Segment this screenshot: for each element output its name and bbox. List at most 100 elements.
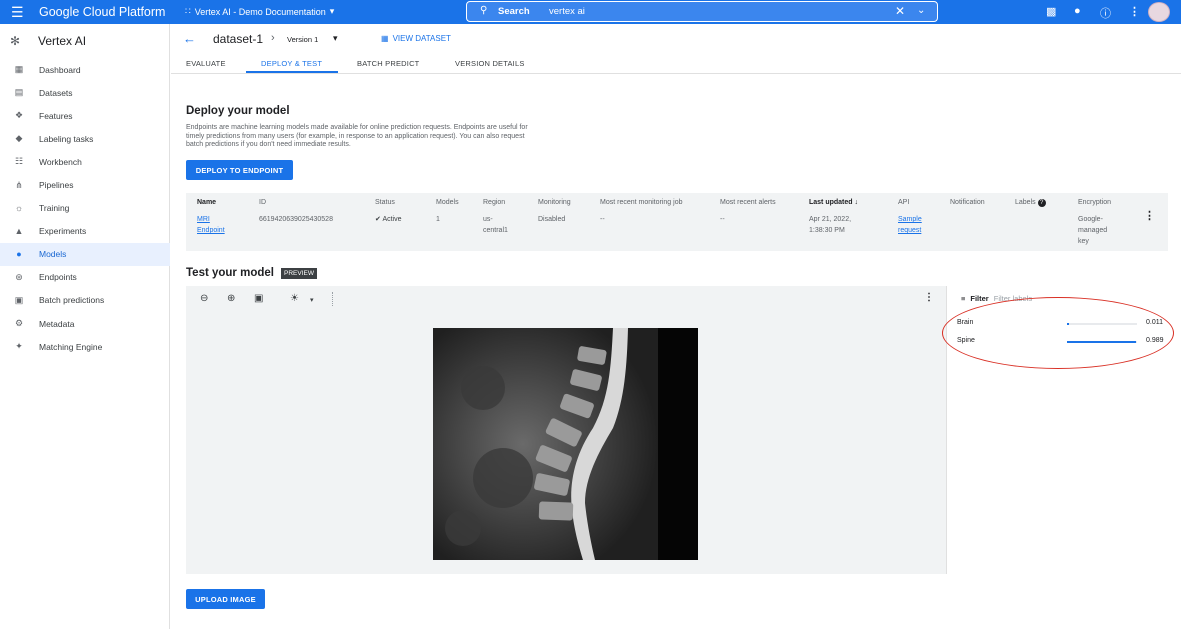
sample-request-link[interactable]: Sample request	[898, 214, 922, 236]
experiments-icon: ▲	[14, 226, 24, 237]
product-title: ✻ Vertex AI	[10, 34, 87, 48]
more-vert-icon[interactable]: ⋮	[1129, 5, 1140, 18]
sidebar-item-models[interactable]: ● Models	[0, 242, 170, 266]
deploy-to-endpoint-button[interactable]: DEPLOY TO ENDPOINT	[186, 160, 293, 180]
view-dataset-button[interactable]: ▦ VIEW DATASET	[381, 34, 451, 43]
mri-image	[433, 328, 698, 560]
models-icon: ●	[16, 249, 22, 260]
brand-name[interactable]: Google Cloud Platform	[39, 5, 165, 19]
column-header[interactable]: Name	[197, 199, 216, 206]
column-header[interactable]: Most recent monitoring job	[600, 199, 682, 206]
filter-icon: ≡	[961, 294, 966, 303]
datasets-icon: ▤	[14, 87, 24, 98]
toolbar-divider	[332, 292, 333, 306]
last-updated: Apr 21, 2022, 1:38:30 PM	[809, 216, 852, 234]
batch-icon: ▣	[14, 294, 24, 305]
sidebar-item-training[interactable]: ☼ Training	[0, 197, 170, 220]
table-icon: ▦	[381, 34, 389, 43]
sidebar-item-batch-predictions[interactable]: ▣ Batch predictions	[0, 289, 170, 312]
tab-batch-predict[interactable]: BATCH PREDICT	[357, 59, 419, 68]
search-icon: ⚲	[480, 5, 488, 16]
metadata-icon: ⚙	[14, 318, 24, 329]
fit-screen-icon[interactable]: ▣	[254, 293, 263, 304]
features-icon: ❖	[14, 110, 24, 121]
column-header[interactable]: Models	[436, 199, 459, 206]
deploy-description: Endpoints are machine learning models ma…	[186, 124, 528, 149]
recent-alerts: --	[720, 216, 725, 223]
endpoint-id: 6619420639025430528	[259, 216, 333, 223]
cloud-shell-icon[interactable]: ▩	[1046, 5, 1056, 18]
brightness-icon[interactable]: ☀	[290, 293, 299, 304]
column-header[interactable]: Status	[375, 199, 395, 206]
column-header[interactable]: Labels?	[1015, 199, 1046, 207]
test-heading: Test your model	[186, 267, 274, 279]
chevron-right-icon: ›	[271, 32, 275, 44]
sidebar-nav: ▦ Dashboard ▤ Datasets ❖ Features ◆ Labeling…	[0, 58, 170, 358]
avatar[interactable]	[1148, 2, 1170, 22]
sidebar-item-dashboard[interactable]: ▦ Dashboard	[0, 58, 170, 81]
search-bar[interactable]: ⚲ Search vertex ai ✕ ⌄	[466, 1, 938, 22]
project-icon: ∷	[185, 6, 191, 16]
sidebar-item-experiments[interactable]: ▲ Experiments	[0, 220, 170, 243]
check-circle-icon: ✔	[375, 216, 381, 223]
notifications-icon[interactable]: ●	[1074, 5, 1081, 17]
search-input[interactable]: vertex ai	[549, 6, 585, 17]
project-name: Vertex AI - Demo Documentation	[194, 6, 326, 17]
sidebar-item-endpoints[interactable]: ⊛ Endpoints	[0, 266, 170, 289]
tab-bar: EVALUATE DEPLOY & TEST BATCH PREDICT VER…	[171, 53, 1181, 74]
recent-monitoring-job: --	[600, 216, 605, 223]
expand-search-icon[interactable]: ⌄	[917, 5, 925, 16]
models-count: 1	[436, 216, 440, 223]
column-header[interactable]: Most recent alerts	[720, 199, 776, 206]
sidebar-item-features[interactable]: ❖ Features	[0, 104, 170, 127]
help-icon[interactable]: ⓘ	[1100, 5, 1111, 21]
tab-evaluate[interactable]: EVALUATE	[186, 59, 226, 68]
preview-badge: PREVIEW	[281, 268, 317, 279]
back-arrow-icon[interactable]: ←	[183, 31, 196, 46]
annotation-circle	[942, 297, 1174, 369]
dashboard-icon: ▦	[14, 64, 24, 75]
training-icon: ☼	[14, 203, 24, 214]
column-header[interactable]: ID	[259, 199, 266, 206]
column-header[interactable]: Region	[483, 199, 505, 206]
version-select[interactable]: Version 1	[287, 35, 318, 44]
zoom-in-icon[interactable]: ⊕	[227, 293, 235, 304]
endpoints-icon: ⊛	[15, 271, 23, 282]
search-label: Search	[498, 6, 530, 17]
sidebar-item-pipelines[interactable]: ⋔ Pipelines	[0, 173, 170, 196]
sidebar-item-metadata[interactable]: ⚙ Metadata	[0, 312, 170, 335]
tab-deploy-test[interactable]: DEPLOY & TEST	[261, 59, 322, 68]
workbench-icon: ☷	[14, 156, 24, 167]
upload-image-button[interactable]: UPLOAD IMAGE	[186, 589, 265, 609]
menu-icon[interactable]: ☰	[11, 4, 24, 20]
top-app-bar: ☰ Google Cloud Platform ∷ Vertex AI - De…	[0, 0, 1181, 24]
encryption: Google-managed key	[1078, 216, 1108, 245]
row-more-icon[interactable]: ⋮	[1144, 211, 1155, 222]
tab-version-details[interactable]: VERSION DETAILS	[455, 59, 525, 68]
column-header[interactable]: Notification	[950, 199, 985, 206]
sidebar-item-datasets[interactable]: ▤ Datasets	[0, 81, 170, 104]
sidebar-item-matching-engine[interactable]: ✦ Matching Engine	[0, 335, 170, 358]
more-vert-icon[interactable]: ⋮	[924, 292, 934, 303]
sidebar: ✻ Vertex AI ▦ Dashboard ▤ Datasets ❖ Featur…	[0, 24, 170, 629]
column-header-sorted[interactable]: Last updated ↓	[809, 199, 858, 206]
endpoint-name-link[interactable]: MRI Endpoint	[197, 214, 225, 236]
matching-icon: ✦	[15, 341, 23, 352]
arrow-down-icon: ↓	[854, 199, 859, 206]
sidebar-item-workbench[interactable]: ☷ Workbench	[0, 150, 170, 173]
column-header[interactable]: Monitoring	[538, 199, 571, 206]
chevron-down-icon[interactable]: ▾	[333, 33, 338, 44]
status-badge: ✔ Active	[375, 216, 402, 223]
project-selector[interactable]: ∷ Vertex AI - Demo Documentation ▾	[185, 6, 334, 17]
zoom-out-icon[interactable]: ⊖	[200, 293, 208, 304]
help-icon[interactable]: ?	[1037, 199, 1046, 207]
pipelines-icon: ⋔	[15, 179, 23, 190]
image-toolbar: ⊖ ⊕ ▣ ☀ ▾ ⋮	[186, 286, 946, 312]
chevron-down-icon[interactable]: ▾	[310, 296, 314, 304]
deploy-heading: Deploy your model	[186, 105, 290, 117]
column-header[interactable]: API	[898, 199, 909, 206]
sidebar-item-labeling-tasks[interactable]: ◆ Labeling tasks	[0, 127, 170, 150]
column-header[interactable]: Encryption	[1078, 199, 1111, 206]
chevron-down-icon: ▾	[329, 6, 335, 16]
clear-search-icon[interactable]: ✕	[895, 4, 905, 18]
